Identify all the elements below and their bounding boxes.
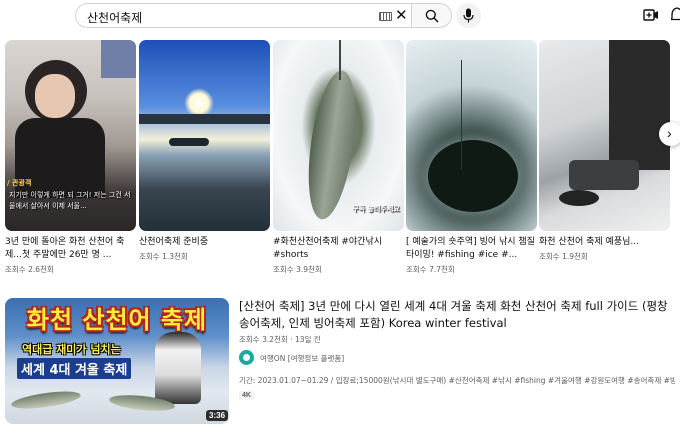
short-title[interactable]: 산천어축제 준비중	[139, 236, 270, 249]
short-title[interactable]: [ 예술가의 숏주역] 빙어 낚시 챔질 타이밍! #fishing #ice …	[406, 236, 537, 262]
short-thumbnail[interactable]	[406, 40, 537, 231]
short-title[interactable]: #화천산천어축제 #야간낚시 #shorts	[273, 236, 404, 262]
search-icon	[425, 9, 439, 23]
horizon-shape	[139, 114, 270, 124]
bell-icon[interactable]	[671, 7, 680, 23]
video-thumbnail[interactable]: 화천 산천어 축제 역대급 재미가 넘치는 세계 4대 겨울 축제	[5, 298, 229, 424]
short-thumbnail[interactable]: / 관광객 지기만 이렇게 하면 되 그거! 저는 그건 서울에서 살아서 이제…	[5, 40, 136, 231]
thumbnail-subtitle-2: 세계 4대 겨울 축제	[17, 358, 132, 379]
short-overlay-tag: / 관광객	[7, 179, 32, 187]
short-overlay-caption: 구독 놓러주세요	[352, 205, 400, 213]
short-overlay-caption: 지기만 이렇게 하면 되 그거! 저는 그건 서울에서 살아서 이제 서울...	[9, 191, 131, 210]
short-title[interactable]: 화천 산천어 축제 예풍님...	[539, 236, 670, 249]
voice-search-button[interactable]	[456, 3, 481, 28]
short-views: 조회수 7.7천회	[406, 265, 455, 274]
hole-shape	[559, 190, 599, 206]
ice-hole-shape	[428, 140, 518, 212]
thumbnail-person-shape	[155, 332, 201, 404]
video-title[interactable]: [산천어 축제] 3년 만에 다시 열린 세계 4대 겨울 축제 화천 산천어 …	[239, 298, 671, 332]
quality-badge: 4K	[239, 391, 254, 400]
short-views: 조회수 1.9천회	[539, 252, 588, 261]
stove-shape	[569, 160, 639, 190]
video-meta: 조회수 3.2천회 · 13일 전	[239, 335, 321, 344]
fish-shape	[300, 67, 364, 223]
create-video-icon[interactable]	[643, 8, 659, 22]
shorts-next-button[interactable]: ›	[659, 122, 680, 146]
fishing-line-shape	[339, 40, 341, 80]
short-views: 조회수 3.9천회	[273, 265, 322, 274]
video-description: 기간: 2023.01.07~01.29 / 입장료;15000원(낚시대 별도…	[239, 376, 675, 385]
thumbnail-subtitle-1: 역대급 재미가 넘치는	[22, 343, 121, 356]
fishing-line-shape	[461, 60, 462, 170]
thumbnail-title-text: 화천 산천어 축제	[26, 306, 208, 334]
top-bar: 산천어축제 ✕	[0, 0, 680, 34]
thumbnail-fish-shape	[10, 388, 82, 412]
search-button[interactable]	[411, 3, 452, 28]
channel-name[interactable]: 여행ON [여행정보 플랫폼]	[260, 353, 344, 364]
search-input[interactable]: 산천어축제 ✕	[75, 3, 411, 28]
thumbnail-banner-shape	[101, 40, 136, 78]
short-thumbnail[interactable]	[139, 40, 270, 231]
short-title[interactable]: 3년 만에 돌아온 화천 산천어 축제...첫 주말에만 26만 명 ...	[5, 236, 136, 262]
chevron-right-icon: ›	[667, 125, 672, 141]
short-thumbnail[interactable]: 구독 놓러주세요	[273, 40, 404, 231]
keyboard-icon[interactable]	[379, 12, 392, 21]
video-duration-badge: 3:36	[206, 410, 229, 421]
short-views: 조회수 2.6천회	[5, 265, 54, 274]
person-coat-shape	[609, 40, 670, 170]
close-icon[interactable]: ✕	[395, 8, 408, 23]
thumbnail-face-shape	[35, 74, 75, 118]
mic-icon	[463, 8, 474, 23]
avatar[interactable]	[239, 350, 254, 365]
short-views: 조회수 1.3천회	[139, 252, 188, 261]
short-thumbnail[interactable]	[539, 40, 670, 231]
boat-shape	[169, 138, 209, 146]
search-query-text[interactable]: 산천어축제	[87, 9, 142, 26]
